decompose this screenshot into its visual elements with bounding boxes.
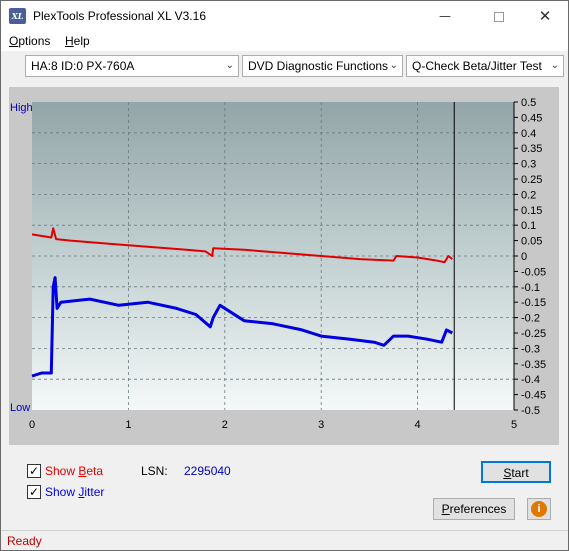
menu-bar: Options Help: [1, 31, 568, 51]
preferences-label: references: [449, 502, 507, 516]
x-tick-label: 3: [318, 419, 324, 431]
check-icon: ✓: [28, 464, 40, 478]
y-tick-label: 0.15: [521, 205, 542, 217]
y-tick-label: 0.25: [521, 174, 542, 186]
show-jitter-text-rest: itter: [84, 485, 105, 499]
y-tick-label: -0.3: [521, 343, 540, 355]
y-tick-label: 0.3: [521, 159, 536, 171]
close-button[interactable]: ✕: [522, 1, 568, 31]
show-jitter-text: Show: [45, 485, 79, 499]
show-jitter-label[interactable]: Show Jitter: [45, 485, 104, 499]
close-icon: ✕: [538, 7, 552, 25]
y-tick-label: 0.1: [521, 220, 536, 232]
chevron-down-icon: ⌄: [550, 60, 559, 71]
y-tick-label: 0.05: [521, 236, 542, 248]
y-tick-label: 0.5: [521, 97, 536, 109]
y-tick-label: -0.15: [521, 297, 546, 309]
test-select[interactable]: Q-Check Beta/Jitter Test ⌄: [406, 55, 564, 77]
menu-help[interactable]: Help: [65, 34, 90, 48]
toolbar: HA:8 ID:0 PX-760A ⌄ DVD Diagnostic Funct…: [1, 52, 568, 80]
show-beta-checkbox[interactable]: ✓: [27, 464, 41, 478]
menu-help-mnemonic: H: [65, 34, 74, 48]
y-tick-label: -0.2: [521, 313, 540, 325]
x-axis-ticks: 0 1 2 3 4 5: [29, 419, 517, 431]
lsn-value: 2295040: [184, 464, 231, 478]
chart-panel: 012345 0.5 0.45 0.4 0.35 0.3 0.25 0.2 0.15 0.1 0.…: [9, 87, 559, 445]
show-beta-label[interactable]: Show Beta: [45, 464, 103, 478]
app-window: XL PlexTools Professional XL V3.16 — ✕ O…: [0, 0, 569, 551]
y-tick-label: -0.1: [521, 282, 540, 294]
y-label-low: Low: [10, 402, 30, 414]
x-tick-label: 5: [511, 419, 517, 431]
menu-options-label: ptions: [18, 34, 51, 48]
y-tick-label: -0.05: [521, 266, 546, 278]
x-tick-label: 1: [125, 419, 131, 431]
control-panel: ✓ Show Beta ✓ Show Jitter LSN: 2295040 S…: [9, 451, 559, 527]
beta-jitter-chart: 012345 0.50.450.40.350.30.250.20.150.10.…: [10, 97, 546, 431]
menu-options-mnemonic: O: [9, 34, 19, 48]
show-beta-text-rest: eta: [86, 464, 104, 478]
y-tick-label: 0.45: [521, 112, 542, 124]
show-jitter-checkbox[interactable]: ✓: [27, 485, 41, 499]
info-icon: i: [531, 501, 547, 517]
info-button[interactable]: i: [527, 498, 551, 520]
y-tick-label: -0.5: [521, 405, 540, 417]
x-tick-label: 4: [415, 419, 421, 431]
minimize-button[interactable]: —: [422, 1, 468, 31]
start-label: tart: [511, 466, 529, 480]
menu-help-label: elp: [73, 34, 90, 48]
maximize-button[interactable]: [476, 1, 522, 31]
y-tick-label: -0.35: [521, 359, 546, 371]
lsn-label: LSN:: [141, 464, 168, 478]
drive-select-value: HA:8 ID:0 PX-760A: [31, 59, 135, 73]
preferences-button[interactable]: Preferences: [433, 498, 515, 520]
preferences-mnemonic: P: [441, 502, 450, 516]
status-bar: Ready: [1, 530, 568, 550]
y-label-high: High: [10, 102, 33, 114]
y-tick-label: 0: [521, 251, 527, 263]
y-tick-label: 0.2: [521, 189, 536, 201]
y-tick-label: 0.35: [521, 143, 542, 155]
app-logo-icon: XL: [9, 8, 26, 24]
minimize-icon: —: [439, 9, 451, 23]
maximize-icon: [494, 11, 504, 22]
menu-options[interactable]: Options: [9, 34, 50, 48]
title-bar[interactable]: XL PlexTools Professional XL V3.16 — ✕: [1, 1, 568, 31]
function-select-value: DVD Diagnostic Functions: [248, 59, 389, 73]
y-tick-label: -0.4: [521, 374, 540, 386]
check-icon: ✓: [28, 485, 40, 499]
function-select[interactable]: DVD Diagnostic Functions ⌄: [242, 55, 403, 77]
x-tick-label: 0: [29, 419, 35, 431]
chevron-down-icon: ⌄: [389, 60, 398, 71]
window-title: PlexTools Professional XL V3.16: [33, 9, 206, 23]
drive-select[interactable]: HA:8 ID:0 PX-760A ⌄: [25, 55, 239, 77]
chevron-down-icon: ⌄: [225, 60, 234, 71]
status-text: Ready: [7, 534, 42, 548]
y-tick-label: 0.4: [521, 128, 536, 140]
y-axis-ticks: 0.5 0.45 0.4 0.35 0.3 0.25 0.2 0.15 0.1 0.05 0 -0.0…: [513, 97, 546, 417]
y-tick-label: -0.25: [521, 328, 546, 340]
start-button[interactable]: Start: [481, 461, 551, 483]
show-beta-text: Show: [45, 464, 79, 478]
test-select-value: Q-Check Beta/Jitter Test: [412, 59, 542, 73]
x-tick-label: 2: [222, 419, 228, 431]
y-tick-label: -0.45: [521, 390, 546, 402]
